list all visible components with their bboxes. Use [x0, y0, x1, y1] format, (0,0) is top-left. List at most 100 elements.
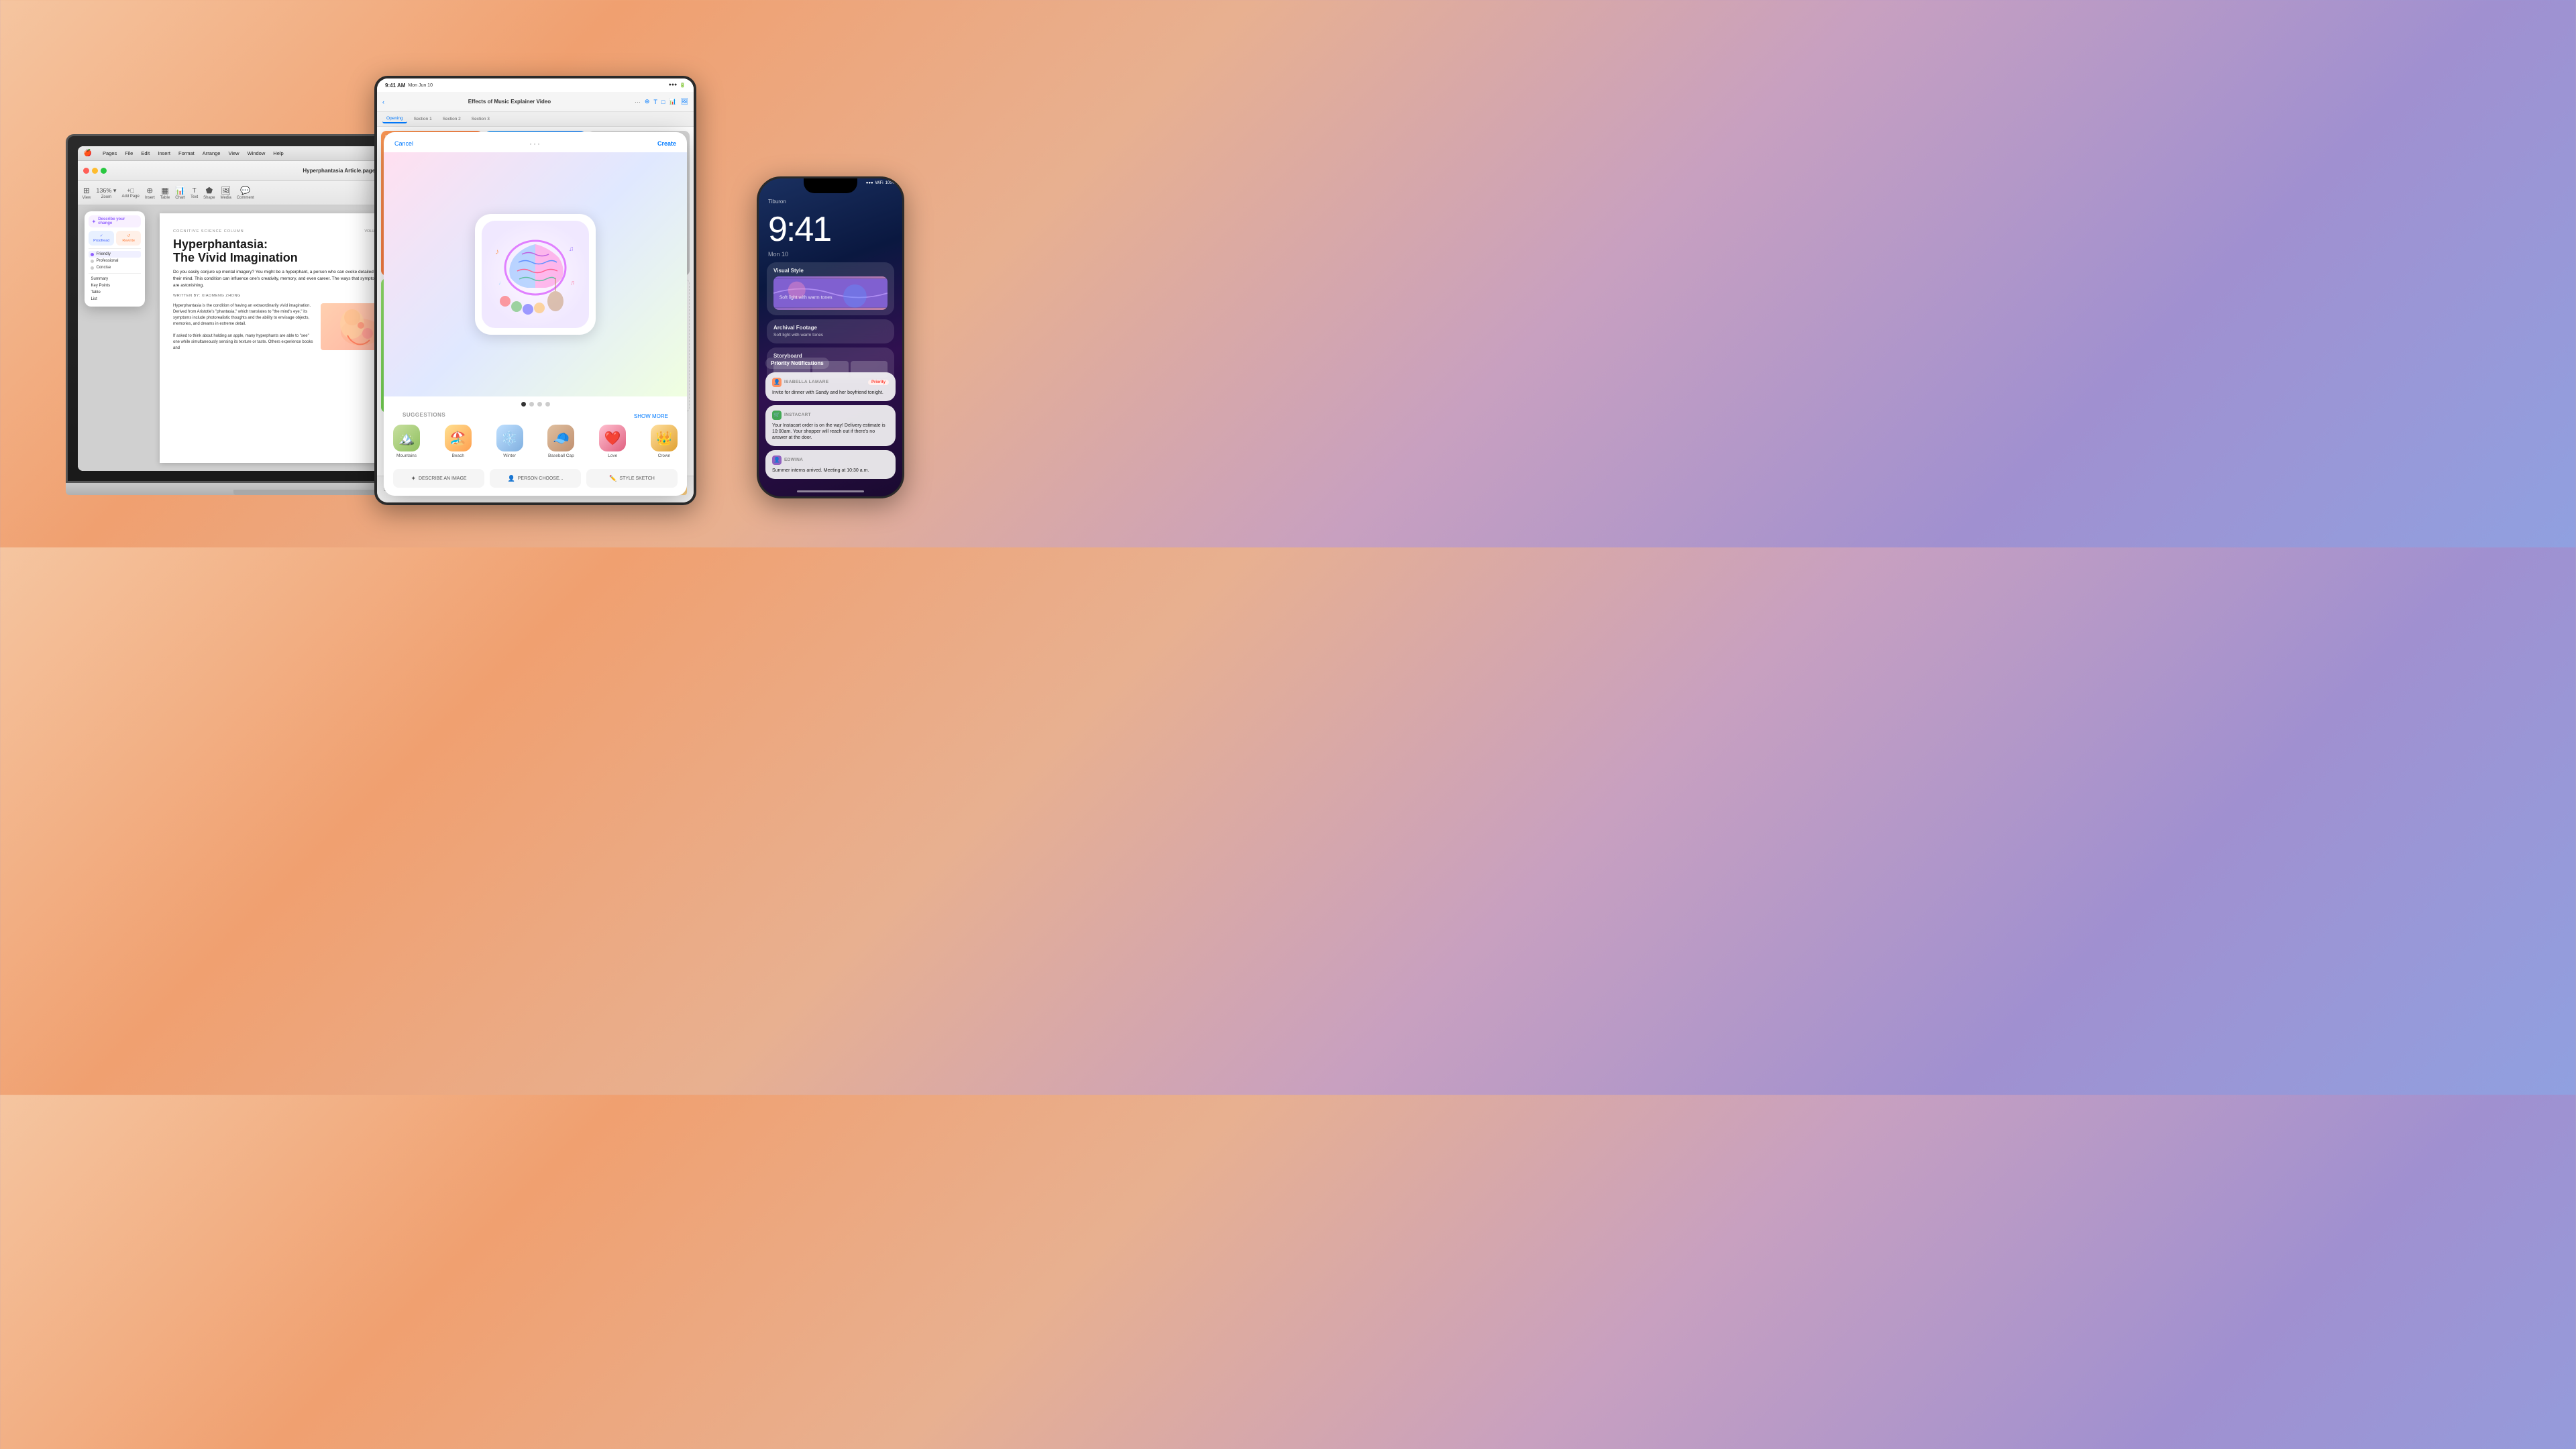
toolbar-zoom[interactable]: 136% ▾Zoom	[96, 187, 116, 199]
ai-option-friendly[interactable]: Friendly	[89, 251, 141, 258]
ai-option-summary[interactable]: Summary	[89, 276, 141, 282]
menu-arrange[interactable]: Arrange	[203, 150, 221, 156]
ipad-ai-dialog: Cancel ··· Create	[384, 132, 687, 496]
ipad-toolbar-icon5[interactable]: 🖼	[681, 98, 688, 105]
proofread-label: Proofread	[93, 239, 109, 243]
window-title: Hyperphantasia Article.pages	[303, 168, 378, 174]
toolbar-shape[interactable]: ⬟Shape	[203, 186, 215, 200]
proofread-button[interactable]: ✓ Proofread	[89, 231, 114, 246]
instacart-name: Instacart	[784, 413, 811, 417]
toolbar-insert[interactable]: ⊕Insert	[145, 186, 155, 200]
suggestion-winter[interactable]: ❄️ Winter	[496, 425, 523, 458]
list-label: List	[91, 297, 97, 301]
menu-pages[interactable]: Pages	[103, 150, 117, 156]
iphone-signal-icon: ●●●	[866, 181, 873, 185]
dot-2	[529, 402, 534, 407]
describe-image-option[interactable]: ✦ DESCRIBE AN IMAGE	[393, 469, 484, 488]
doc-title: Hyperphantasia:The Vivid Imagination	[173, 238, 401, 265]
toolbar-addpage[interactable]: +□Add Page	[121, 187, 139, 199]
menu-file[interactable]: File	[125, 150, 133, 156]
suggestion-crown[interactable]: 👑 Crown	[651, 425, 678, 458]
ipad-wifi-icon: ●●●	[669, 83, 678, 88]
dialog-bottom-options: ✦ DESCRIBE AN IMAGE 👤 PERSON CHOOSE... ✏…	[384, 464, 687, 496]
dot-1	[521, 402, 526, 407]
priority-notifications-label: Priority Notifications	[765, 358, 829, 369]
ai-option-table[interactable]: Table	[89, 289, 141, 296]
instacart-message: Your Instacart order is on the way! Deli…	[772, 423, 889, 441]
ipad-more-icon[interactable]: ···	[635, 99, 641, 105]
ipad-tab-opening[interactable]: Opening	[382, 115, 407, 123]
svg-text:♪: ♪	[495, 247, 499, 256]
rewrite-button[interactable]: ↺ Rewrite	[116, 231, 142, 246]
baseball-label: Baseball Cap	[548, 453, 574, 458]
fullscreen-button[interactable]	[101, 168, 107, 174]
ipad-toolbar-icon2[interactable]: T	[653, 99, 657, 105]
ipad-tab-section2[interactable]: Section 2	[439, 115, 465, 123]
professional-dot	[91, 260, 94, 263]
suggestion-mountains[interactable]: 🏔️ Mountains	[393, 425, 420, 458]
iphone-wifi-icon: WiFi	[875, 181, 883, 185]
toolbar-chart[interactable]: 📊Chart	[175, 186, 185, 200]
suggestion-beach[interactable]: 🏖️ Beach	[445, 425, 472, 458]
suggestions-row: 🏔️ Mountains 🏖️ Beach ❄️ Winter 🧢 Baseba…	[384, 425, 687, 464]
close-button[interactable]	[83, 168, 89, 174]
menu-edit[interactable]: Edit	[141, 150, 150, 156]
show-more-button[interactable]: SHOW MORE	[634, 413, 678, 419]
dialog-header: Cancel ··· Create	[384, 132, 687, 152]
sketch-icon: ✏️	[609, 475, 616, 482]
ipad-toolbar-icon3[interactable]: □	[661, 99, 665, 105]
table-label: Table	[91, 290, 100, 294]
style-sketch-option[interactable]: ✏️ STYLE SKETCH	[586, 469, 678, 488]
notification-instacart[interactable]: 🛒 Instacart Your Instacart order is on t…	[765, 405, 896, 446]
ipad-toolbar-icon1[interactable]: ⊕	[645, 98, 650, 105]
professional-label: Professional	[96, 259, 118, 263]
menu-format[interactable]: Format	[178, 150, 195, 156]
ai-divider	[89, 248, 141, 249]
ipad-tab-section3[interactable]: Section 3	[468, 115, 494, 123]
notification-isabella[interactable]: 👤 Isabella Lamare Priority Invite for di…	[765, 372, 896, 401]
home-indicator[interactable]	[797, 490, 864, 492]
keypoints-label: Key Points	[91, 284, 110, 288]
dialog-create-button[interactable]: Create	[657, 140, 676, 147]
notification-edwina[interactable]: 👤 Edwina Summer interns arrived. Meeting…	[765, 450, 896, 479]
minimize-button[interactable]	[92, 168, 98, 174]
person-icon: 👤	[508, 475, 515, 482]
mountains-icon: 🏔️	[393, 425, 420, 451]
suggestions-header: SUGGESTIONS SHOW MORE	[384, 412, 687, 425]
menu-window[interactable]: Window	[248, 150, 266, 156]
ipad-battery-icon: 🔋	[680, 83, 686, 88]
describe-icon: ✦	[411, 475, 416, 482]
dialog-more-button[interactable]: ···	[529, 139, 541, 148]
visual-style-title: Visual Style	[773, 268, 888, 274]
ai-option-list[interactable]: List	[89, 296, 141, 303]
ai-option-concise[interactable]: Concise	[89, 264, 141, 271]
concise-dot	[91, 266, 94, 270]
archival-footage-title: Archival Footage	[773, 325, 888, 331]
menu-insert[interactable]: Insert	[158, 150, 170, 156]
person-option[interactable]: 👤 PERSON CHOOSE...	[490, 469, 581, 488]
ipad-toolbar-icon4[interactable]: 📊	[669, 98, 676, 105]
ipad-tab-section1[interactable]: Section 1	[410, 115, 436, 123]
ai-option-professional[interactable]: Professional	[89, 258, 141, 264]
toolbar-table[interactable]: ▦Table	[160, 186, 170, 200]
menu-view[interactable]: View	[228, 150, 239, 156]
ipad-back-button[interactable]: ‹	[382, 99, 384, 105]
toolbar-text[interactable]: TText	[191, 187, 198, 199]
toolbar-media[interactable]: 🖼Media	[220, 186, 231, 200]
dialog-cancel-button[interactable]: Cancel	[394, 140, 413, 147]
ai-option-keypoints[interactable]: Key Points	[89, 282, 141, 289]
isabella-message: Invite for dinner with Sandy and her boy…	[772, 390, 889, 396]
visual-style-card: Visual Style Soft light with warm tones	[767, 262, 894, 315]
toolbar-comment[interactable]: 💬Comment	[237, 186, 254, 200]
suggestion-love[interactable]: ❤️ Love	[599, 425, 626, 458]
beach-icon: 🏖️	[445, 425, 472, 451]
suggestion-baseball[interactable]: 🧢 Baseball Cap	[547, 425, 574, 458]
ipad-section-tabs: Opening Section 1 Section 2 Section 3	[377, 112, 694, 127]
edwina-message: Summer interns arrived. Meeting at 10:30…	[772, 468, 889, 474]
dot-4	[545, 402, 550, 407]
friendly-label: Friendly	[96, 252, 110, 256]
menu-help[interactable]: Help	[273, 150, 283, 156]
iphone-battery-icon: 100%	[885, 181, 896, 185]
ai-divider-2	[89, 273, 141, 274]
toolbar-view[interactable]: ⊞View	[82, 186, 91, 200]
